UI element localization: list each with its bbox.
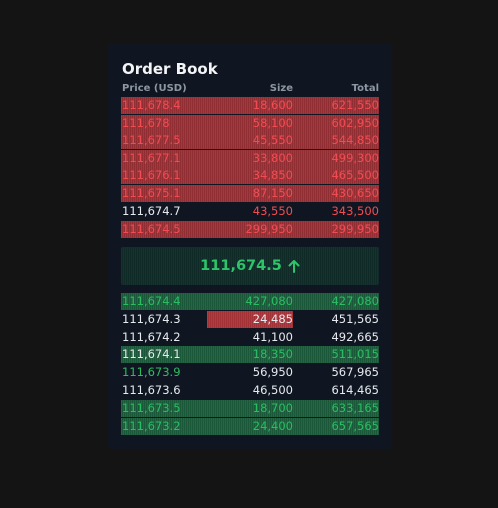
bid-size: 24,485: [252, 312, 293, 326]
ask-total: 465,500: [331, 168, 379, 182]
bid-price: 111,673.6: [122, 383, 181, 397]
bid-price: 111,673.9: [122, 365, 181, 379]
bid-row[interactable]: 111,673.5 18,700 633,165: [121, 400, 379, 417]
bid-size: 18,700: [252, 401, 293, 415]
bid-price: 111,674.3: [122, 312, 181, 326]
bid-size: 18,350: [252, 347, 293, 361]
ask-row[interactable]: 111,676.1 34,850 465,500: [121, 167, 379, 184]
arrow-up-icon: [288, 259, 300, 273]
ask-row[interactable]: 111,674.5 299,950 299,950: [121, 221, 379, 238]
ask-price: 111,674.5: [122, 222, 181, 236]
ask-total: 602,950: [331, 116, 379, 130]
bid-row[interactable]: 111,673.9 56,950 567,965: [121, 364, 379, 381]
ask-row[interactable]: 111,677.1 33,800 499,300: [121, 150, 379, 167]
order-book-panel: Order Book Price (USD) Size Total 111,67…: [108, 44, 392, 449]
ask-size: 299,950: [245, 222, 293, 236]
bid-total: 614,465: [331, 383, 379, 397]
mid-price: 111,674.5: [200, 258, 282, 274]
ask-price: 111,678.4: [122, 98, 181, 112]
bid-price: 111,674.4: [122, 294, 181, 308]
ask-price: 111,678: [122, 116, 170, 130]
bid-total: 492,665: [331, 330, 379, 344]
ask-price: 111,675.1: [122, 186, 181, 200]
size-column-header: Size: [269, 83, 293, 94]
price-column-header: Price (USD): [122, 83, 187, 94]
bid-size: 427,080: [245, 294, 293, 308]
ask-row[interactable]: 111,674.7 43,550 343,500: [121, 203, 379, 220]
bid-size: 46,500: [252, 383, 293, 397]
bid-row[interactable]: 111,673.6 46,500 614,465: [121, 382, 379, 399]
ask-price: 111,677.1: [122, 151, 181, 165]
bid-size: 56,950: [252, 365, 293, 379]
ask-size: 87,150: [252, 186, 293, 200]
ask-total: 343,500: [331, 204, 379, 218]
bid-size: 24,400: [252, 419, 293, 433]
bid-price: 111,673.5: [122, 401, 181, 415]
bid-row[interactable]: 111,674.3 24,485 451,565: [121, 311, 379, 328]
bid-row[interactable]: 111,674.4 427,080 427,080: [121, 293, 379, 310]
total-column-header: Total: [351, 83, 379, 94]
ask-size: 33,800: [252, 151, 293, 165]
ask-total: 299,950: [331, 222, 379, 236]
ask-price: 111,676.1: [122, 168, 181, 182]
bid-total: 451,565: [331, 312, 379, 326]
mid-price-banner: 111,674.5: [121, 247, 379, 285]
bid-total: 427,080: [331, 294, 379, 308]
bid-price: 111,673.2: [122, 419, 181, 433]
ask-row[interactable]: 111,678 58,100 602,950: [121, 115, 379, 132]
ask-total: 430,650: [331, 186, 379, 200]
ask-price: 111,674.7: [122, 204, 181, 218]
bid-price: 111,674.2: [122, 330, 181, 344]
ask-row[interactable]: 111,675.1 87,150 430,650: [121, 185, 379, 202]
ask-row[interactable]: 111,678.4 18,600 621,550: [121, 97, 379, 114]
bid-total: 657,565: [331, 419, 379, 433]
bid-price: 111,674.1: [122, 347, 181, 361]
ask-total: 544,850: [331, 133, 379, 147]
bid-row[interactable]: 111,673.2 24,400 657,565: [121, 418, 379, 435]
bid-size: 41,100: [252, 330, 293, 344]
ask-size: 58,100: [252, 116, 293, 130]
order-book-title: Order Book: [122, 60, 218, 78]
bid-row[interactable]: 111,674.1 18,350 511,015: [121, 346, 379, 363]
ask-size: 43,550: [252, 204, 293, 218]
ask-price: 111,677.5: [122, 133, 181, 147]
bid-total: 567,965: [331, 365, 379, 379]
ask-size: 45,550: [252, 133, 293, 147]
bid-total: 633,165: [331, 401, 379, 415]
ask-total: 621,550: [331, 98, 379, 112]
bid-total: 511,015: [331, 347, 379, 361]
ask-size: 34,850: [252, 168, 293, 182]
ask-size: 18,600: [252, 98, 293, 112]
ask-total: 499,300: [331, 151, 379, 165]
bid-row[interactable]: 111,674.2 41,100 492,665: [121, 329, 379, 346]
ask-row[interactable]: 111,677.5 45,550 544,850: [121, 132, 379, 149]
